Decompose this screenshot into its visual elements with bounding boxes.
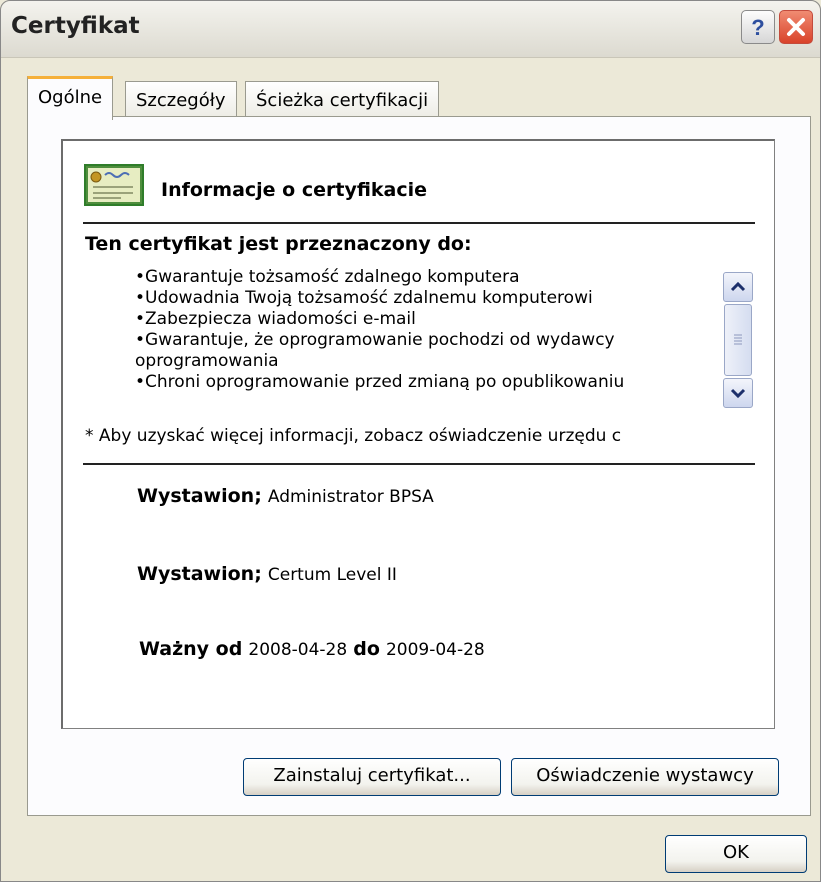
- issued-by-value: Certum Level II: [267, 565, 397, 585]
- issued-to-value: Administrator BPSA: [267, 487, 434, 507]
- valid-to-label: do: [353, 638, 380, 660]
- tab-certification-path[interactable]: Ścieżka certyfikacji: [245, 81, 440, 119]
- chevron-down-icon: [724, 388, 752, 411]
- valid-to-value: 2009-04-28: [385, 640, 485, 660]
- info-heading: Informacje o certyfikacie: [161, 179, 428, 201]
- valid-from-label: Ważny od: [139, 638, 243, 660]
- tab-general-label: Ogólne: [38, 87, 103, 108]
- certificate-icon: [83, 163, 145, 207]
- purpose-scrollbar[interactable]: [723, 272, 753, 408]
- purpose-list: •Gwarantuje tożsamość zdalnego komputera…: [135, 267, 715, 393]
- purpose-item: •Gwarantuje, że oprogramowanie pochodzi …: [135, 330, 615, 350]
- svg-text:?: ?: [751, 15, 764, 39]
- close-button[interactable]: [779, 10, 813, 44]
- validity-row: Ważny od 2008-04-28 do 2009-04-28: [139, 638, 485, 660]
- purpose-item: •Udowadnia Twoją tożsamość zdalnemu komp…: [135, 288, 593, 308]
- ok-button[interactable]: OK: [665, 835, 807, 873]
- divider-bottom: [83, 463, 755, 465]
- close-icon: [785, 16, 807, 38]
- scroll-up-button[interactable]: [723, 272, 753, 302]
- purpose-item: •Zabezpiecza wiadomości e-mail: [135, 309, 416, 329]
- issued-by-label: Wystawion;: [137, 563, 262, 585]
- purpose-title: Ten certyfikat jest przeznaczony do:: [85, 233, 472, 255]
- tab-certification-path-label: Ścieżka certyfikacji: [256, 90, 429, 111]
- purpose-item-continued: oprogramowania: [135, 351, 279, 371]
- tab-details-label: Szczegóły: [136, 90, 226, 111]
- issued-by-row: Wystawion; Certum Level II: [137, 563, 397, 585]
- title-bar[interactable]: Certyfikat ?: [1, 1, 820, 58]
- certificate-dialog: Certyfikat ? Ogólne Szczegóły Ścieżka ce…: [0, 0, 821, 882]
- issued-to-row: Wystawion; Administrator BPSA: [137, 485, 434, 507]
- window-title: Certyfikat: [11, 13, 140, 39]
- issued-to-label: Wystawion;: [137, 485, 262, 507]
- valid-from-value: 2008-04-28: [248, 640, 348, 660]
- tab-general[interactable]: Ogólne: [27, 76, 114, 120]
- help-icon: ?: [748, 15, 768, 39]
- chevron-up-icon: [724, 281, 752, 305]
- purpose-item: •Gwarantuje tożsamość zdalnego komputera: [135, 267, 520, 287]
- install-certificate-button[interactable]: Zainstaluj certyfikat...: [243, 758, 501, 796]
- help-button[interactable]: ?: [741, 10, 775, 44]
- scroll-thumb[interactable]: [724, 304, 752, 376]
- purpose-item: •Chroni oprogramowanie przed zmianą po o…: [135, 372, 625, 392]
- divider-top: [83, 222, 755, 224]
- tab-details[interactable]: Szczegóły: [125, 81, 237, 119]
- scroll-down-button[interactable]: [723, 378, 753, 408]
- issuer-statement-button[interactable]: Oświadczenie wystawcy: [511, 758, 779, 796]
- info-footnote: * Aby uzyskać więcej informacji, zobacz …: [85, 426, 622, 446]
